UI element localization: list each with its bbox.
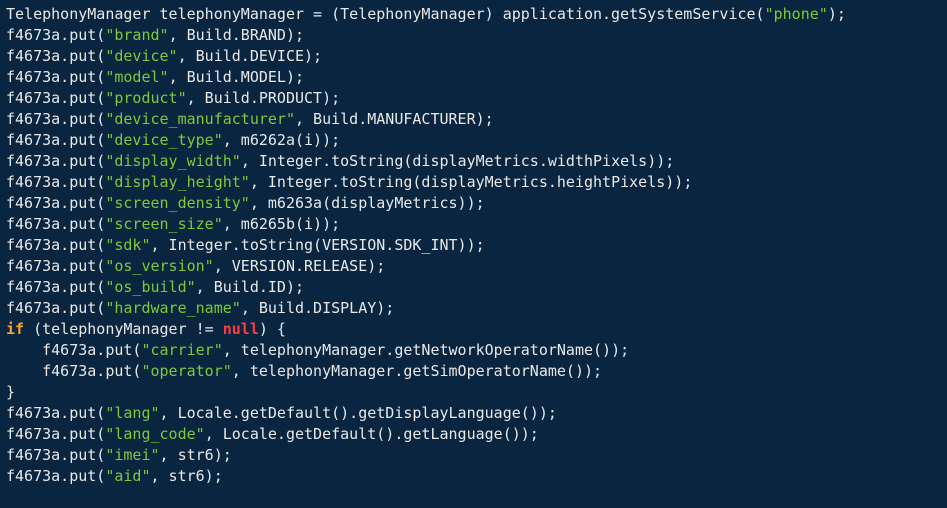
token-str: "screen_size" — [105, 215, 222, 233]
code-line: f4673a.put("display_width", Integer.toSt… — [6, 152, 674, 170]
token-plain: , Build.MANUFACTURER); — [295, 110, 494, 128]
token-plain: , Build.ID); — [196, 278, 304, 296]
token-str: "os_version" — [105, 257, 213, 275]
token-plain: , Build.MODEL); — [169, 68, 304, 86]
token-str: "lang_code" — [105, 425, 204, 443]
token-null: null — [223, 320, 259, 338]
token-str: "product" — [105, 89, 186, 107]
token-plain: , m6263a(displayMetrics)); — [250, 194, 485, 212]
token-plain: f4673a.put( — [6, 404, 105, 422]
code-line: f4673a.put("lang", Locale.getDefault().g… — [6, 404, 557, 422]
token-plain: (telephonyManager != — [24, 320, 223, 338]
code-line: f4673a.put("lang_code", Locale.getDefaul… — [6, 425, 539, 443]
token-plain: , Build.BRAND); — [169, 26, 304, 44]
token-plain: , Build.DEVICE); — [178, 47, 323, 65]
token-plain: f4673a.put( — [6, 299, 105, 317]
token-str: "os_build" — [105, 278, 195, 296]
token-plain: f4673a.put( — [6, 26, 105, 44]
code-line: f4673a.put("os_build", Build.ID); — [6, 278, 304, 296]
token-str: "brand" — [105, 26, 168, 44]
token-plain: , Integer.toString(VERSION.SDK_INT)); — [151, 236, 485, 254]
code-line: f4673a.put("device_type", m6262a(i)); — [6, 131, 340, 149]
token-plain: , m6262a(i)); — [223, 131, 340, 149]
token-str: "device_type" — [105, 131, 222, 149]
token-plain: , Locale.getDefault().getLanguage()); — [205, 425, 539, 443]
token-str: "sdk" — [105, 236, 150, 254]
code-line: f4673a.put("aid", str6); — [6, 467, 223, 485]
token-plain: , telephonyManager.getNetworkOperatorNam… — [223, 341, 629, 359]
code-line: f4673a.put("hardware_name", Build.DISPLA… — [6, 299, 394, 317]
token-plain: , VERSION.RELEASE); — [214, 257, 386, 275]
token-str: "imei" — [105, 446, 159, 464]
code-line: } — [6, 383, 15, 401]
code-block: TelephonyManager telephonyManager = (Tel… — [0, 0, 947, 491]
code-line: f4673a.put("device_manufacturer", Build.… — [6, 110, 494, 128]
token-plain: f4673a.put( — [6, 446, 105, 464]
token-plain: , str6); — [160, 446, 232, 464]
token-plain: f4673a.put( — [6, 131, 105, 149]
token-plain: , m6265b(i)); — [223, 215, 340, 233]
token-plain: f4673a.put( — [6, 467, 105, 485]
token-plain: f4673a.put( — [6, 173, 105, 191]
code-line: TelephonyManager telephonyManager = (Tel… — [6, 5, 846, 23]
token-str: "hardware_name" — [105, 299, 240, 317]
token-plain: , Build.PRODUCT); — [187, 89, 341, 107]
code-line: f4673a.put("device", Build.DEVICE); — [6, 47, 322, 65]
token-plain: f4673a.put( — [6, 278, 105, 296]
token-str: "device" — [105, 47, 177, 65]
code-line: f4673a.put("screen_size", m6265b(i)); — [6, 215, 340, 233]
token-plain: f4673a.put( — [6, 47, 105, 65]
code-line: f4673a.put("imei", str6); — [6, 446, 232, 464]
token-plain: f4673a.put( — [6, 341, 141, 359]
token-plain: , Build.DISPLAY); — [241, 299, 395, 317]
token-str: "carrier" — [141, 341, 222, 359]
code-line: f4673a.put("operator", telephonyManager.… — [6, 362, 602, 380]
token-plain: f4673a.put( — [6, 425, 105, 443]
code-line: f4673a.put("sdk", Integer.toString(VERSI… — [6, 236, 485, 254]
token-str: "model" — [105, 68, 168, 86]
token-plain: , Integer.toString(displayMetrics.height… — [250, 173, 693, 191]
token-plain: , Integer.toString(displayMetrics.widthP… — [241, 152, 674, 170]
token-plain: f4673a.put( — [6, 68, 105, 86]
token-plain: , str6); — [151, 467, 223, 485]
token-str: "display_height" — [105, 173, 250, 191]
token-str: "aid" — [105, 467, 150, 485]
token-plain: , Locale.getDefault().getDisplayLanguage… — [160, 404, 557, 422]
code-line: f4673a.put("brand", Build.BRAND); — [6, 26, 304, 44]
token-plain: , telephonyManager.getSimOperatorName())… — [232, 362, 602, 380]
token-plain: ); — [828, 5, 846, 23]
token-plain: f4673a.put( — [6, 362, 141, 380]
token-plain: ) { — [259, 320, 286, 338]
code-line: f4673a.put("model", Build.MODEL); — [6, 68, 304, 86]
token-str: "device_manufacturer" — [105, 110, 295, 128]
token-str: "phone" — [765, 5, 828, 23]
token-plain: f4673a.put( — [6, 236, 105, 254]
code-line: if (telephonyManager != null) { — [6, 320, 286, 338]
token-plain: f4673a.put( — [6, 89, 105, 107]
code-line: f4673a.put("display_height", Integer.toS… — [6, 173, 692, 191]
code-line: f4673a.put("os_version", VERSION.RELEASE… — [6, 257, 385, 275]
token-str: "operator" — [141, 362, 231, 380]
token-plain: } — [6, 383, 15, 401]
code-line: f4673a.put("screen_density", m6263a(disp… — [6, 194, 485, 212]
token-plain: f4673a.put( — [6, 152, 105, 170]
code-line: f4673a.put("carrier", telephonyManager.g… — [6, 341, 629, 359]
code-line: f4673a.put("product", Build.PRODUCT); — [6, 89, 340, 107]
token-plain: f4673a.put( — [6, 194, 105, 212]
token-kw: if — [6, 320, 24, 338]
token-plain: f4673a.put( — [6, 215, 105, 233]
token-str: "screen_density" — [105, 194, 250, 212]
token-str: "lang" — [105, 404, 159, 422]
token-plain: TelephonyManager telephonyManager = (Tel… — [6, 5, 765, 23]
token-plain: f4673a.put( — [6, 110, 105, 128]
token-str: "display_width" — [105, 152, 240, 170]
token-plain: f4673a.put( — [6, 257, 105, 275]
